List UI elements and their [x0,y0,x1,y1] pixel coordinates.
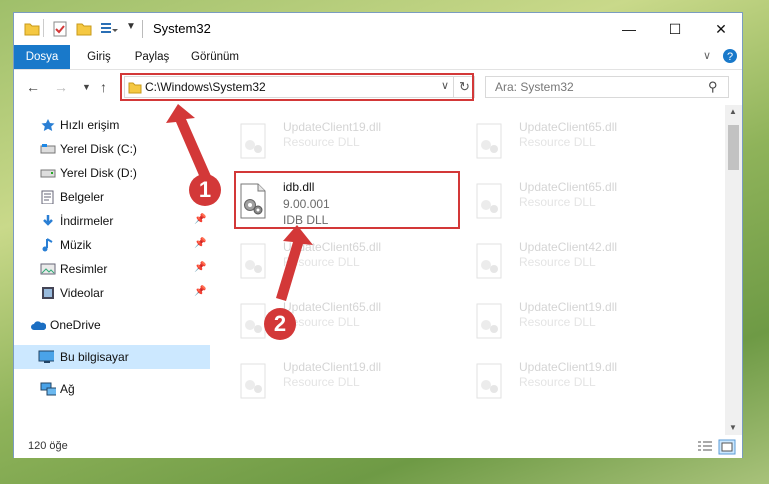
annotation-overlay [166,104,313,301]
callout-1: 1 [189,174,221,206]
arrow-2-icon [276,225,313,301]
callout-2: 2 [264,308,296,340]
arrow-1-icon [166,104,211,180]
